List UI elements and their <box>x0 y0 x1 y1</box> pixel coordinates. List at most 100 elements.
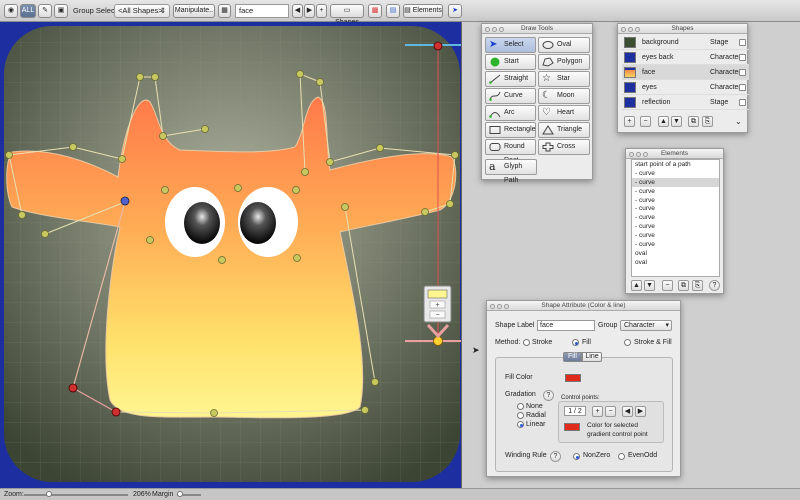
shape-lock-checkbox[interactable] <box>739 39 746 46</box>
all-button[interactable]: ALL <box>20 4 36 18</box>
remove-control-point-button[interactable]: − <box>605 406 616 417</box>
zoom-slider-thumb[interactable] <box>46 491 52 497</box>
tool-curve[interactable]: Curve <box>485 88 536 104</box>
add-shape-button[interactable]: + <box>624 116 635 127</box>
list-item[interactable]: oval <box>632 249 719 258</box>
list-item[interactable]: start point of a path <box>632 160 719 169</box>
list-item[interactable]: - curve <box>632 240 719 249</box>
expand-chevron-icon[interactable]: ⌄ <box>735 117 742 126</box>
shape-row[interactable]: eyes back Character <box>622 50 749 65</box>
shape-row-selected[interactable]: face Character <box>622 65 749 80</box>
method-fill-radio[interactable] <box>572 339 579 346</box>
eye-icon[interactable]: ◉ <box>4 4 18 18</box>
tool-arc[interactable]: Arc <box>485 105 536 121</box>
elements-title-bar[interactable]: Elements <box>626 149 723 159</box>
elements-button[interactable]: ▤ Elements <box>403 4 443 18</box>
group-select-dropdown[interactable]: <All Shapes> ⇕ <box>114 4 170 18</box>
layers-icon[interactable]: ▣ <box>54 4 68 18</box>
tool-polygon[interactable]: Polygon <box>538 54 590 70</box>
next-control-point-button[interactable]: ▶ <box>635 406 646 417</box>
selected-point[interactable] <box>120 196 130 206</box>
list-item[interactable]: - curve <box>632 213 719 222</box>
duplicate-icon[interactable]: ⧉ <box>688 116 699 127</box>
add-control-point-button[interactable]: + <box>592 406 603 417</box>
add-shape-button[interactable]: + <box>316 4 327 18</box>
tool-moon[interactable]: ☾ Moon <box>538 88 590 104</box>
winding-help-icon[interactable]: ? <box>550 451 561 462</box>
attributes-title-bar[interactable]: Shape Attribute (Color & line) <box>487 301 680 311</box>
shape-lock-checkbox[interactable] <box>739 99 746 106</box>
move-down-button[interactable]: ▼ <box>671 116 682 127</box>
grad-radial-radio[interactable] <box>517 412 524 419</box>
tool-select[interactable]: ➤ Select <box>485 37 536 53</box>
list-item[interactable]: - curve <box>632 187 719 196</box>
method-stroke-fill-radio[interactable] <box>624 339 631 346</box>
list-item[interactable]: oval <box>632 258 719 267</box>
guide-handle[interactable] <box>433 41 443 51</box>
left-pupil[interactable] <box>184 202 220 244</box>
color-palette-icon[interactable]: ▩ <box>368 4 382 18</box>
cursor-tool-button[interactable]: ➤ <box>448 4 462 18</box>
tab-fill[interactable]: Fill <box>563 352 582 362</box>
winding-evenodd-radio[interactable] <box>618 453 625 460</box>
tool-cross[interactable]: Cross <box>538 139 590 155</box>
fill-color-swatch[interactable] <box>565 374 581 382</box>
list-item[interactable]: - curve <box>632 169 719 178</box>
tool-start-point[interactable]: Start point <box>485 54 536 79</box>
list-item[interactable]: - curve <box>632 204 719 213</box>
tool-oval[interactable]: Oval <box>538 37 590 53</box>
gradation-help-icon[interactable]: ? <box>543 390 554 401</box>
grad-none-radio[interactable] <box>517 403 524 410</box>
shape-lock-checkbox[interactable] <box>739 84 746 91</box>
edit-icon[interactable]: ✎ <box>38 4 52 18</box>
shape-lock-checkbox[interactable] <box>739 69 746 76</box>
list-item[interactable]: - curve <box>632 231 719 240</box>
move-down-button[interactable]: ▼ <box>644 280 655 291</box>
shape-row[interactable]: background Stage <box>622 35 749 50</box>
control-points-field[interactable]: 1 / 2 <box>564 406 586 416</box>
handle-point[interactable] <box>68 383 78 393</box>
list-item[interactable]: - curve <box>632 222 719 231</box>
draw-tools-title-bar[interactable]: Draw Tools <box>482 24 592 34</box>
remove-shape-button[interactable]: − <box>640 116 651 127</box>
group-dropdown[interactable]: Character ▾ <box>620 320 672 331</box>
margin-slider[interactable] <box>177 491 201 497</box>
control-point-color-swatch[interactable] <box>564 423 580 431</box>
tool-star[interactable]: ☆ Star <box>538 71 590 87</box>
tool-triangle[interactable]: Triangle <box>538 122 590 138</box>
remove-element-button[interactable]: − <box>662 280 673 291</box>
move-up-button[interactable]: ▲ <box>658 116 669 127</box>
move-up-button[interactable]: ▲ <box>631 280 642 291</box>
list-item-selected[interactable]: - curve <box>632 177 719 187</box>
swatches-icon[interactable]: ▤ <box>386 4 400 18</box>
paste-icon[interactable]: ⎘ <box>692 280 703 291</box>
right-pupil[interactable] <box>240 202 276 244</box>
window-controls[interactable] <box>485 26 506 36</box>
help-icon[interactable]: ? <box>709 280 720 291</box>
next-shape-button[interactable]: ▶ <box>304 4 315 18</box>
paste-icon[interactable]: ⎘ <box>702 116 713 127</box>
zoom-slider[interactable] <box>24 491 128 497</box>
shapes-title-bar[interactable]: Shapes <box>618 24 747 34</box>
margin-slider-thumb[interactable] <box>177 491 183 497</box>
drawing-canvas[interactable]: + − <box>0 22 462 488</box>
tool-heart[interactable]: ♡ Heart <box>538 105 590 121</box>
tool-rectangle[interactable]: Rectangle <box>485 122 536 138</box>
shape-row[interactable]: reflection Stage <box>622 95 749 110</box>
prev-shape-button[interactable]: ◀ <box>292 4 303 18</box>
window-controls[interactable] <box>490 303 511 313</box>
shape-row[interactable]: eyes Character <box>622 80 749 95</box>
shape-name-field[interactable]: face <box>235 4 289 18</box>
tool-round-rect[interactable]: Round Rect <box>485 139 536 164</box>
shape-label-field[interactable]: face <box>537 320 595 331</box>
list-item[interactable]: - curve <box>632 196 719 205</box>
tool-glyph-path[interactable]: a Glyph Path <box>485 159 537 184</box>
tab-line[interactable]: Line <box>582 352 602 362</box>
method-stroke-radio[interactable] <box>523 339 530 346</box>
duplicate-icon[interactable]: ⧉ <box>678 280 689 291</box>
shape-lock-checkbox[interactable] <box>739 54 746 61</box>
tool-straight[interactable]: Straight <box>485 71 536 87</box>
winding-nonzero-radio[interactable] <box>573 453 580 460</box>
grad-linear-radio[interactable] <box>517 421 524 428</box>
prev-control-point-button[interactable]: ◀ <box>622 406 633 417</box>
